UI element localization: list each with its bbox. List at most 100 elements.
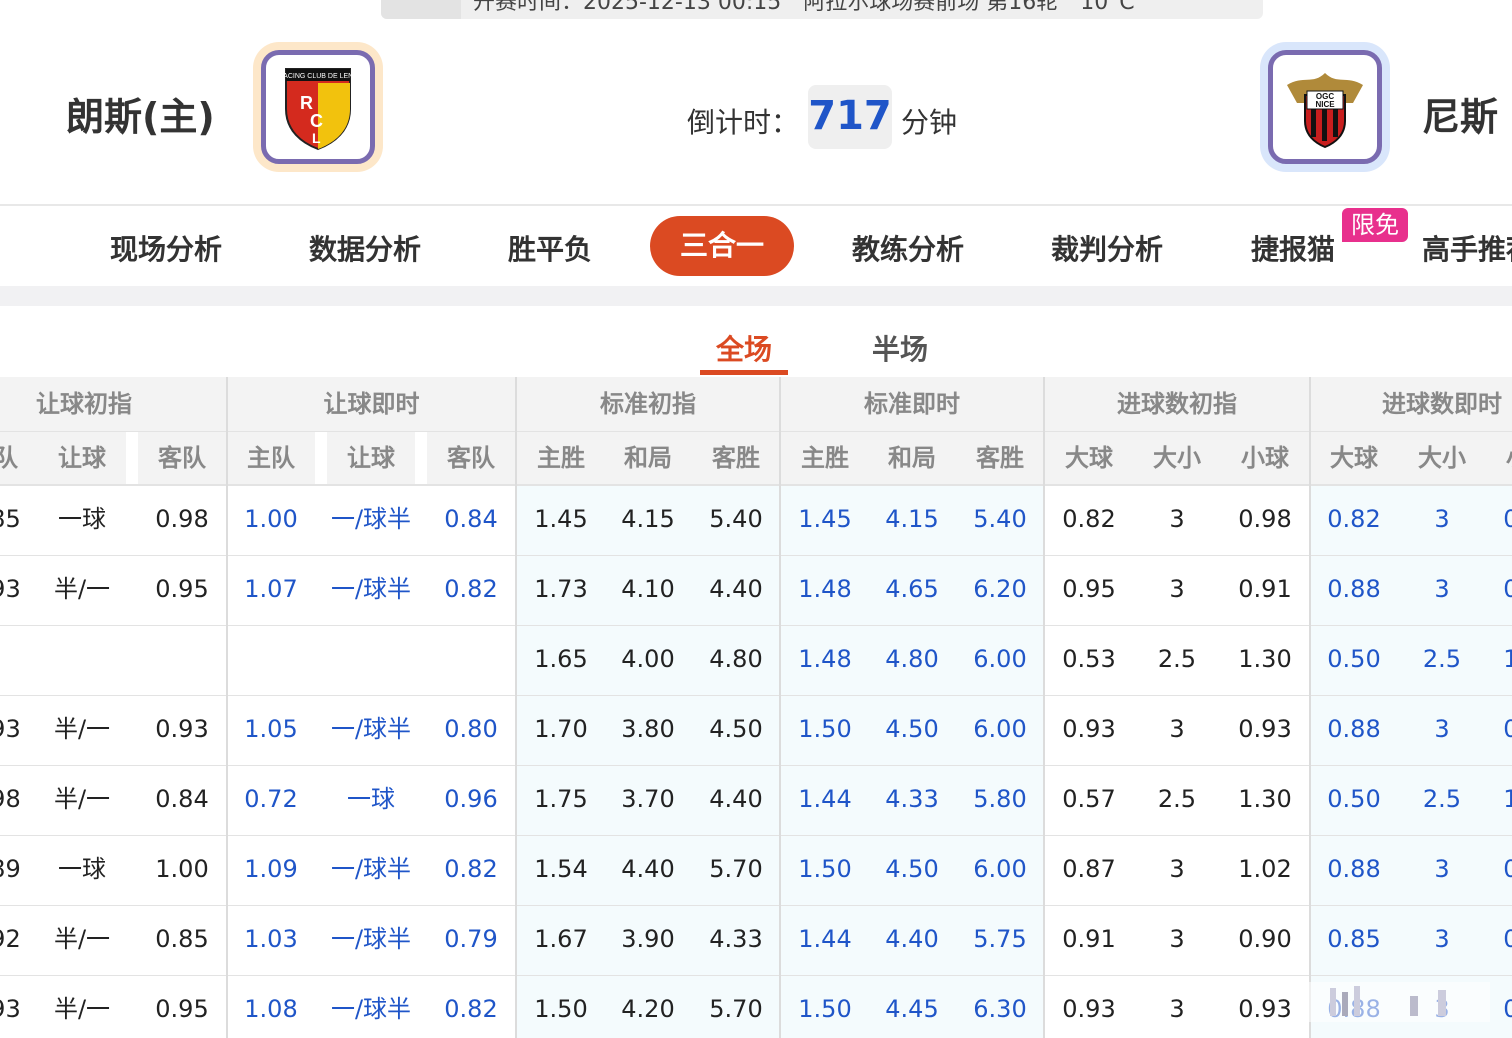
table-cell: 0.82 bbox=[444, 575, 498, 603]
header-divider bbox=[0, 204, 1512, 206]
table-cell: 4.45 bbox=[885, 995, 939, 1023]
section-separator bbox=[0, 286, 1512, 306]
column-header: 小球 bbox=[1486, 431, 1512, 485]
table-cell: 3 bbox=[1169, 995, 1185, 1023]
group-header: 进球数即时 bbox=[1310, 377, 1512, 431]
table-cell: 1.50 bbox=[798, 715, 852, 743]
tab-jiebao-cat[interactable]: 捷报猫 bbox=[1251, 228, 1335, 268]
table-cell bbox=[327, 625, 415, 694]
table-cell bbox=[138, 625, 226, 694]
svg-text:C: C bbox=[310, 111, 323, 131]
table-cell: 4.40 bbox=[709, 785, 763, 813]
table-cell: 1.09 bbox=[244, 855, 298, 883]
table-cell: 0.98 bbox=[0, 785, 21, 813]
table-cell: 0.57 bbox=[1062, 785, 1116, 813]
home-team-logo[interactable]: RACING CLUB DE LENS R C L bbox=[253, 42, 383, 172]
table-cell: 半/一 bbox=[53, 715, 111, 743]
table-cell: 4.40 bbox=[621, 855, 675, 883]
tab-live-analysis[interactable]: 现场分析 bbox=[110, 228, 222, 268]
table-cell: 4.33 bbox=[709, 925, 763, 953]
table-cell: 0.95 bbox=[155, 575, 209, 603]
table-cell: 3 bbox=[1434, 855, 1450, 883]
table-cell: 5.70 bbox=[709, 995, 763, 1023]
table-cell: 5.80 bbox=[973, 785, 1027, 813]
table-cell: 0.89 bbox=[0, 855, 21, 883]
table-cell: 3 bbox=[1434, 505, 1450, 533]
table-cell: 0.85 bbox=[155, 925, 209, 953]
table-cell: 半/一 bbox=[53, 925, 111, 953]
away-team-name[interactable]: 尼斯 bbox=[1422, 86, 1498, 141]
tab-data-analysis[interactable]: 数据分析 bbox=[309, 228, 421, 268]
table-cell: 1.50 bbox=[1503, 645, 1512, 673]
column-header: 主胜 bbox=[517, 431, 605, 485]
table-cell bbox=[427, 625, 515, 694]
table-cell: 1.50 bbox=[798, 995, 852, 1023]
column-header: 主胜 bbox=[781, 431, 869, 485]
table-cell: 1.30 bbox=[1238, 785, 1292, 813]
column-header: 客队 bbox=[427, 431, 515, 485]
group-divider bbox=[779, 377, 781, 1038]
table-cell: 0.98 bbox=[1238, 505, 1292, 533]
table-cell: 0.95 bbox=[1503, 925, 1512, 953]
active-subtab-underline bbox=[700, 370, 788, 375]
table-cell: 0.53 bbox=[1062, 645, 1116, 673]
table-cell: 0.82 bbox=[1327, 505, 1381, 533]
odds-table: 让球初指让球即时标准初指标准即时进球数初指进球数即时主队让球客队主队让球客队主胜… bbox=[0, 377, 1512, 1038]
table-cell: 4.33 bbox=[885, 785, 939, 813]
table-cell: 1.50 bbox=[534, 995, 588, 1023]
table-cell: 1.07 bbox=[244, 575, 298, 603]
table-cell: 2.5 bbox=[1157, 645, 1197, 673]
table-cell: 3.70 bbox=[621, 785, 675, 813]
tab-referee-analysis[interactable]: 裁判分析 bbox=[1051, 228, 1163, 268]
countdown-label: 倒计时： bbox=[687, 106, 800, 139]
table-cell: 0.88 bbox=[1327, 855, 1381, 883]
table-cell: 0.79 bbox=[444, 925, 498, 953]
table-cell: 0.82 bbox=[444, 995, 498, 1023]
table-cell: 一/球半 bbox=[330, 995, 412, 1023]
group-header: 让球即时 bbox=[227, 377, 516, 431]
table-cell: 0.93 bbox=[155, 715, 209, 743]
table-cell: 一球 bbox=[347, 785, 395, 813]
away-team-logo[interactable]: OGC NICE bbox=[1260, 42, 1390, 172]
table-cell: 5.40 bbox=[973, 505, 1027, 533]
subtab-half-time[interactable]: 半场 bbox=[872, 328, 928, 368]
table-cell: 0.98 bbox=[1503, 575, 1512, 603]
table-cell: 0.82 bbox=[444, 855, 498, 883]
subtab-full-time[interactable]: 全场 bbox=[716, 328, 772, 368]
table-cell: 1.65 bbox=[534, 645, 588, 673]
tab-three-in-one[interactable]: 三合一 bbox=[650, 216, 794, 276]
table-cell: 一/球半 bbox=[330, 505, 412, 533]
column-header: 主队 bbox=[0, 431, 38, 485]
tab-expert-picks[interactable]: 高手推荐 bbox=[1422, 228, 1512, 268]
table-cell: 5.75 bbox=[973, 925, 1027, 953]
table-cell: 0.82 bbox=[1062, 505, 1116, 533]
svg-text:R: R bbox=[300, 93, 313, 113]
table-cell: 一/球半 bbox=[330, 855, 412, 883]
table-cell: 3 bbox=[1169, 505, 1185, 533]
svg-text:RACING CLUB DE LENS: RACING CLUB DE LENS bbox=[278, 73, 358, 80]
tab-win-draw-lose[interactable]: 胜平负 bbox=[508, 228, 592, 268]
table-cell: 0.93 bbox=[0, 995, 21, 1023]
table-cell: 5.40 bbox=[709, 505, 763, 533]
home-team-name[interactable]: 朗斯(主) bbox=[66, 86, 215, 141]
countdown-value: 717 bbox=[808, 93, 892, 139]
table-cell: 0.88 bbox=[1327, 715, 1381, 743]
table-cell: 4.10 bbox=[621, 575, 675, 603]
table-cell: 3.90 bbox=[621, 925, 675, 953]
table-cell: 3.80 bbox=[621, 715, 675, 743]
table-cell: 0.98 bbox=[1503, 505, 1512, 533]
table-cell: 6.00 bbox=[973, 715, 1027, 743]
table-cell: 4.80 bbox=[885, 645, 939, 673]
table-cell: 一/球半 bbox=[330, 575, 412, 603]
table-cell bbox=[0, 625, 38, 694]
column-header: 客队 bbox=[138, 431, 226, 485]
tab-coach-analysis[interactable]: 教练分析 bbox=[852, 228, 964, 268]
table-cell: 0.95 bbox=[155, 995, 209, 1023]
table-cell: 0.50 bbox=[1327, 785, 1381, 813]
column-header: 和局 bbox=[604, 431, 692, 485]
table-cell: 1.00 bbox=[155, 855, 209, 883]
table-cell: 4.40 bbox=[709, 575, 763, 603]
table-cell: 6.00 bbox=[973, 855, 1027, 883]
table-cell: 0.84 bbox=[444, 505, 498, 533]
table-cell: 3 bbox=[1434, 925, 1450, 953]
